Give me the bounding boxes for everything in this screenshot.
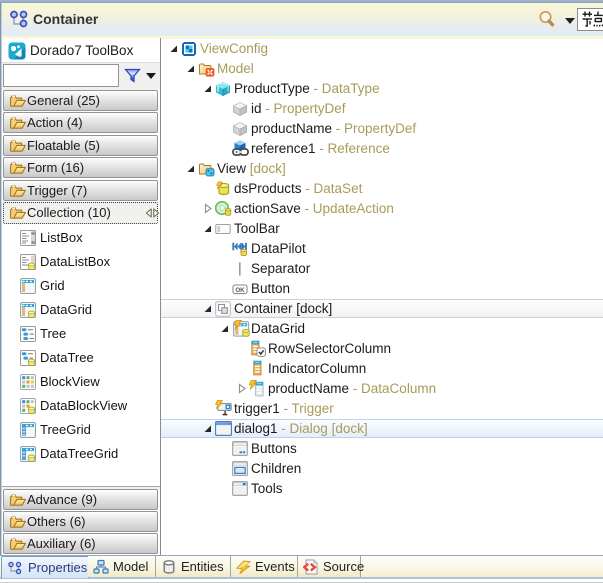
svg-text:OK: OK	[235, 287, 245, 294]
